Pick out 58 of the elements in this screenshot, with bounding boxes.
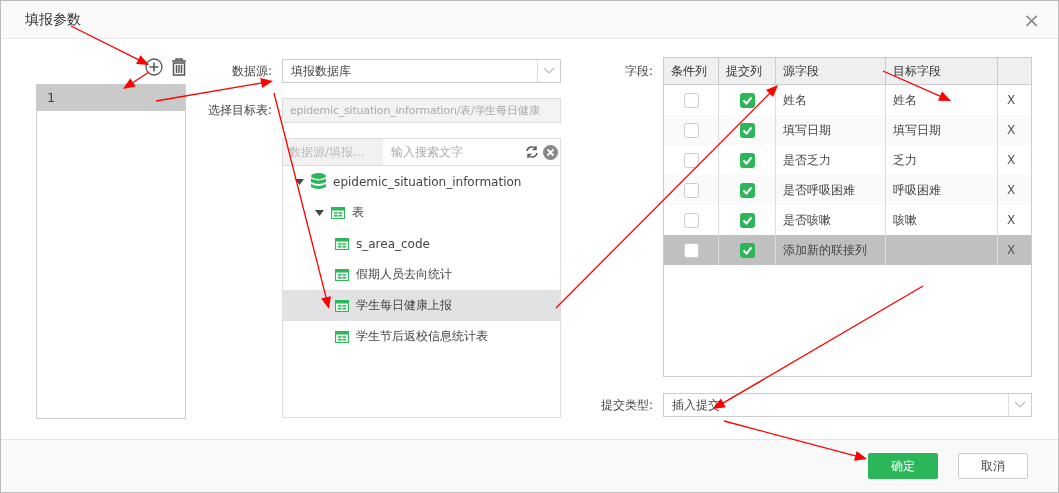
datasource-select[interactable]: 填报数据库: [282, 59, 561, 83]
table-icon: [331, 206, 345, 219]
database-icon: [311, 173, 326, 190]
table-icon: [335, 268, 349, 281]
checkbox[interactable]: [683, 182, 699, 198]
checkbox[interactable]: [739, 242, 755, 258]
checkbox[interactable]: [739, 212, 755, 228]
refresh-icon[interactable]: [525, 145, 539, 159]
remove-button[interactable]: X: [1005, 93, 1018, 107]
tree-node[interactable]: 学生节后返校信息统计表: [283, 321, 560, 352]
table-cell: 呼吸困难: [886, 175, 998, 205]
tree-node[interactable]: s_area_code: [283, 228, 560, 259]
remove-button[interactable]: X: [1005, 153, 1018, 167]
field-label: 字段:: [623, 63, 653, 80]
table-cell: 是否呼吸困难: [776, 175, 886, 205]
remove-button[interactable]: X: [1005, 243, 1018, 257]
tree-node[interactable]: 假期人员去向统计: [283, 259, 560, 290]
caret-icon: [1014, 401, 1026, 409]
checkbox[interactable]: [683, 212, 699, 228]
tree-node[interactable]: 学生每日健康上报: [283, 290, 560, 321]
dialog-title: 填报参数: [25, 10, 81, 29]
checkbox[interactable]: [739, 152, 755, 168]
checkbox[interactable]: [739, 92, 755, 108]
checkbox[interactable]: [683, 152, 699, 168]
collapse-triangle-icon[interactable]: [315, 209, 324, 216]
field-label: 提交类型:: [599, 396, 653, 414]
table-cell: 填写日期: [776, 115, 886, 145]
tree-node[interactable]: epidemic_situation_information: [283, 166, 560, 197]
table-row[interactable]: 填写日期 填写日期 X: [664, 115, 1031, 145]
collapse-triangle-icon[interactable]: [295, 178, 304, 185]
table-icon: [335, 237, 349, 250]
parameter-item[interactable]: 1: [37, 85, 185, 111]
tree-node[interactable]: 表: [283, 197, 560, 228]
checkbox[interactable]: [683, 242, 699, 258]
table-row[interactable]: 是否呼吸困难 呼吸困难 X: [664, 175, 1031, 205]
field-label: 数据源:: [230, 62, 272, 80]
column-header: 条件列: [664, 58, 719, 84]
checkbox[interactable]: [739, 182, 755, 198]
table-icon: [335, 330, 349, 343]
trash-icon[interactable]: [171, 58, 187, 76]
table-cell: 填写日期: [886, 115, 998, 145]
table-cell: 添加新的联接列: [776, 235, 886, 265]
remove-button[interactable]: X: [1005, 183, 1018, 197]
remove-button[interactable]: X: [1005, 123, 1018, 137]
remove-button[interactable]: X: [1005, 213, 1018, 227]
table-row[interactable]: 添加新的联接列 X: [664, 235, 1031, 265]
annotation-arrow: [123, 71, 150, 89]
caret-icon: [543, 67, 555, 75]
table-icon: [335, 299, 349, 312]
checkbox[interactable]: [683, 92, 699, 108]
checkbox[interactable]: [739, 122, 755, 138]
close-button[interactable]: ×: [1019, 9, 1044, 30]
cancel-button[interactable]: 取消: [958, 453, 1028, 479]
column-header: 提交列: [719, 58, 776, 84]
field-label: 选择目标表:: [206, 102, 272, 119]
checkbox[interactable]: [683, 122, 699, 138]
add-icon[interactable]: [145, 58, 163, 76]
clear-icon[interactable]: [543, 144, 558, 160]
